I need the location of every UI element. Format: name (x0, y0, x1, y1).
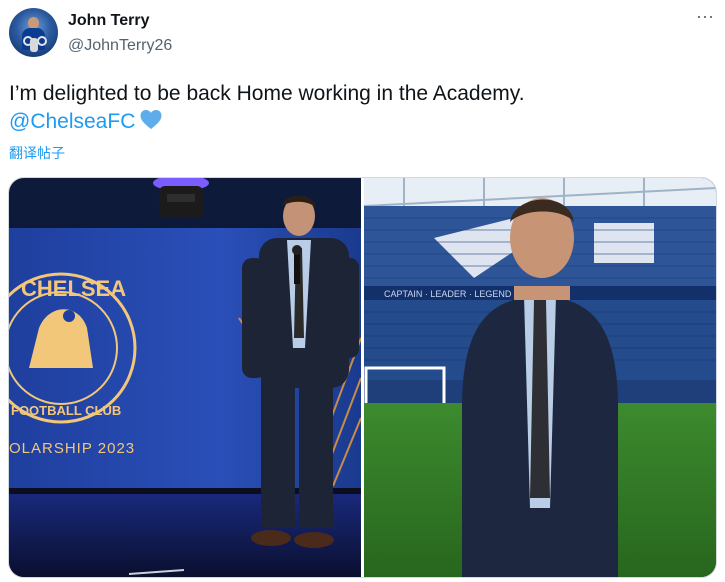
tweet-text: I’m delighted to be back Home working in… (9, 82, 525, 105)
trophy-handle-right (37, 36, 47, 46)
stage-scholarship-text: OLARSHIP 2023 (9, 440, 135, 457)
blue-heart-icon (140, 110, 162, 129)
display-name[interactable]: John Terry (68, 12, 150, 30)
photo-stage[interactable]: CHELSEA FOOTBALL CLUB OLARSHIP 2023 (9, 178, 361, 577)
photo-stadium[interactable]: CAPTAIN · LEADER · LEGEND (364, 178, 716, 577)
trophy-icon (30, 38, 38, 52)
stand-banner-text: CAPTAIN · LEADER · LEGEND (384, 289, 512, 299)
more-horizontal-icon[interactable]: ··· (694, 7, 716, 30)
user-handle[interactable]: @JohnTerry26 (68, 37, 172, 55)
tweet-mention-line: @ChelseaFC (9, 108, 163, 136)
crest-text-top: CHELSEA (21, 276, 126, 301)
mention-link[interactable]: @ChelseaFC (9, 110, 135, 133)
translate-post-link[interactable]: 翻译帖子 (9, 143, 65, 163)
crest-text-bottom: FOOTBALL CLUB (11, 403, 121, 418)
avatar[interactable] (9, 8, 58, 57)
media-grid: CHELSEA FOOTBALL CLUB OLARSHIP 2023 CAPT… (8, 177, 717, 578)
